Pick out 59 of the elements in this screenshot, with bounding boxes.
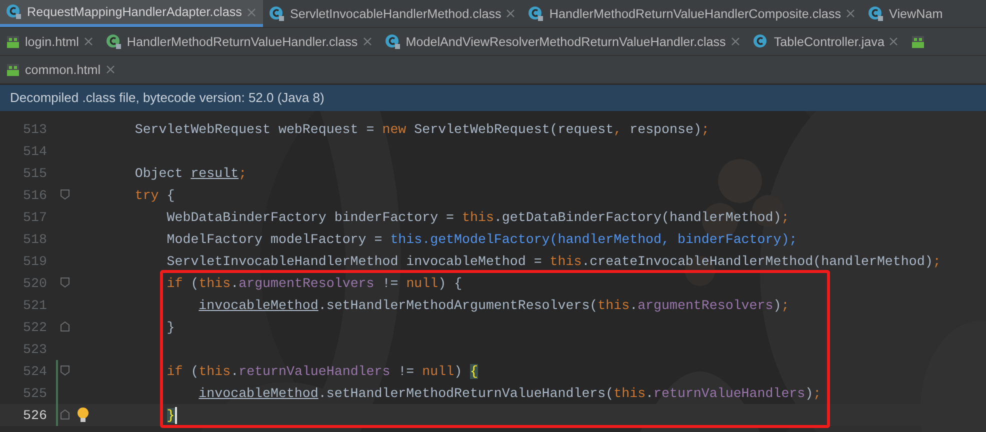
editor-tab[interactable]: ServletInvocableHandlerMethod.class	[262, 0, 522, 27]
line-number: 513	[22, 122, 47, 136]
line-number: 523	[22, 342, 47, 356]
editor-tab[interactable]: common.html	[0, 56, 122, 83]
decompiled-notice: Decompiled .class file, bytecode version: 52.0 (Java 8)	[9, 89, 326, 107]
class-icon	[868, 6, 884, 22]
html-file-icon	[6, 34, 20, 48]
close-icon[interactable]	[246, 8, 256, 16]
code-line: ModelFactory modelFactory = this.getModelFactory(handlerMethod, binderFactory);	[166, 232, 798, 246]
close-icon[interactable]	[106, 65, 115, 74]
close-icon[interactable]	[730, 37, 740, 46]
class-icon	[268, 6, 285, 22]
html-file-icon	[911, 34, 926, 48]
class-icon	[6, 4, 22, 20]
html-file-icon	[6, 62, 20, 76]
fold-icon[interactable]	[60, 365, 70, 376]
lightbulb-icon[interactable]	[77, 407, 89, 423]
code-line: try {	[134, 188, 175, 202]
fold-icon[interactable]	[60, 189, 70, 200]
line-number: 522	[22, 320, 47, 334]
line-number: 514	[22, 144, 47, 158]
close-icon[interactable]	[362, 37, 372, 46]
close-icon[interactable]	[84, 37, 93, 46]
editor-tab[interactable]: RequestMappingHandlerAdapter.class	[0, 0, 263, 27]
line-number: 526	[22, 408, 47, 422]
editor-tab[interactable]: HandlerMethodReturnValueHandlerComposite.class	[522, 0, 862, 27]
code-line: ServletWebRequest webRequest = new ServletWebRequest(request, response);	[134, 122, 710, 136]
code-line: invocableMethod.setHandlerMethodArgumentResolvers(this.argumentResolvers);	[198, 298, 790, 312]
code-line: if (this.returnValueHandlers != null) {	[166, 364, 478, 378]
fold-icon[interactable]	[60, 277, 70, 288]
line-number: 520	[22, 276, 47, 290]
line-number: 524	[22, 364, 47, 378]
interface-icon	[106, 34, 122, 50]
class-icon	[752, 34, 769, 50]
editor-tab[interactable]: login.html	[0, 28, 100, 55]
fold-icon[interactable]	[60, 321, 70, 332]
editor-tab[interactable]: ModelAndViewResolverMethodReturnValueHandler.class	[378, 28, 747, 55]
line-number: 519	[22, 254, 47, 268]
line-number: 525	[22, 386, 47, 400]
code-line: if (this.argumentResolvers != null) {	[166, 276, 462, 290]
line-number: 518	[22, 232, 47, 246]
line-number: 521	[22, 298, 47, 312]
line-number: 516	[22, 188, 47, 202]
code-line: WebDataBinderFactory binderFactory = this.getDataBinderFactory(handlerMethod);	[166, 210, 790, 224]
code-line: }	[166, 320, 175, 334]
code-line: invocableMethod.setHandlerMethodReturnValueHandlers(this.returnValueHandlers);	[198, 386, 822, 400]
code-line: ServletInvocableHandlerMethod invocableMethod = this.createInvocableHandlerMethod(handlerMethod);	[166, 254, 941, 268]
line-number: 517	[22, 210, 47, 224]
class-icon	[384, 34, 401, 50]
line-number: 515	[22, 166, 47, 180]
editor-tab[interactable]: ViewNam	[862, 0, 950, 27]
close-icon[interactable]	[506, 9, 516, 18]
fold-icon[interactable]	[60, 409, 70, 420]
close-icon[interactable]	[846, 9, 856, 18]
code-line: Object result;	[134, 166, 247, 180]
editor-tab[interactable]: TableController.java	[746, 28, 906, 55]
close-icon[interactable]	[889, 37, 898, 46]
editor-tab[interactable]: HandlerMethodReturnValueHandler.class	[100, 28, 379, 55]
class-icon	[528, 6, 544, 22]
